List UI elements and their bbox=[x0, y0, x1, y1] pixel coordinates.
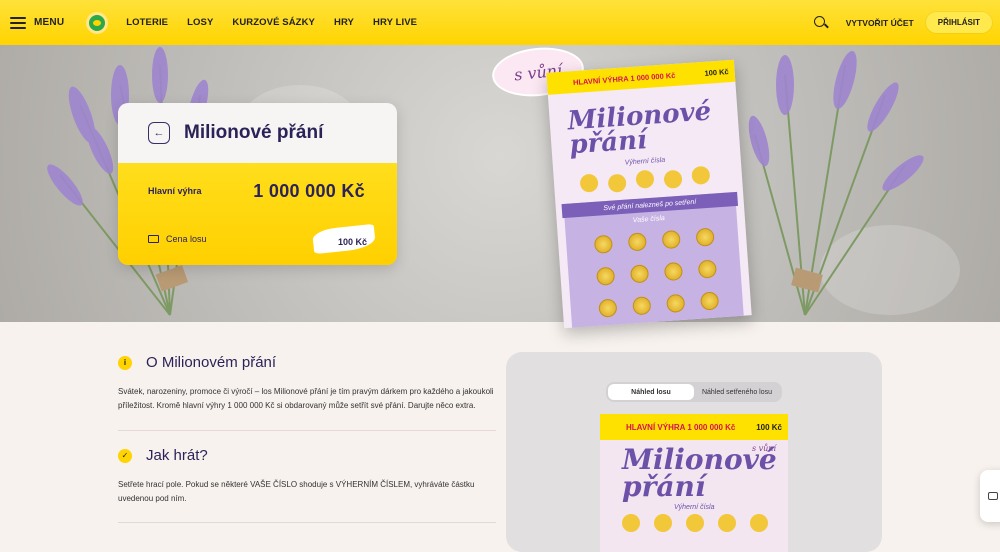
check-icon: ✓ bbox=[118, 448, 132, 463]
divider bbox=[118, 430, 496, 431]
game-info-card: ← Milionové přání Hlavní výhra 1 000 000… bbox=[118, 103, 397, 265]
about-title: O Milionovém přání bbox=[146, 354, 277, 371]
ticket-price-label: Cena losu bbox=[166, 234, 207, 244]
logo-icon[interactable] bbox=[86, 11, 109, 34]
login-button[interactable]: PŘIHLÁSIT bbox=[925, 12, 992, 33]
preview-ticket-band: HLAVNÍ VÝHRA 1 000 000 Kč 100 Kč bbox=[600, 414, 788, 440]
howto-section[interactable]: ✓ Jak hrát? Setřete hrací pole. Pokud se… bbox=[118, 447, 496, 506]
preview-flower bbox=[622, 514, 640, 532]
ticket-image: HLAVNÍ VÝHRA 1 000 000 Kč 100 Kč Miliono… bbox=[546, 59, 752, 329]
preview-flower bbox=[686, 514, 704, 532]
about-section: i O Milionovém přání Svátek, narozeniny,… bbox=[118, 354, 496, 413]
main-prize-value: 1 000 000 Kč bbox=[253, 180, 365, 201]
nav-item-hry[interactable]: HRY bbox=[334, 17, 354, 28]
chat-widget[interactable] bbox=[980, 470, 1000, 522]
nav-item-hry-live[interactable]: HRY LIVE bbox=[373, 17, 417, 28]
ticket-flower bbox=[579, 173, 599, 193]
main-nav: LOTERIE LOSY KURZOVÉ SÁZKY HRY HRY LIVE bbox=[126, 17, 436, 28]
ticket-band-price: 100 Kč bbox=[704, 66, 729, 78]
back-arrow-icon[interactable]: ← bbox=[148, 122, 170, 144]
ticket-flower bbox=[663, 169, 683, 189]
preview-ticket-image: HLAVNÍ VÝHRA 1 000 000 Kč 100 Kč s vůní … bbox=[600, 414, 788, 552]
divider bbox=[118, 522, 496, 523]
nav-item-kurzove-sazky[interactable]: KURZOVÉ SÁZKY bbox=[232, 17, 315, 28]
howto-title: Jak hrát? bbox=[146, 447, 208, 464]
info-icon: i bbox=[118, 355, 132, 370]
nav-item-losy[interactable]: LOSY bbox=[187, 17, 213, 28]
card-header: ← Milionové přání bbox=[118, 103, 397, 163]
lavender-bouquet-right bbox=[748, 50, 924, 316]
preview-band-price: 100 Kč bbox=[756, 422, 782, 432]
preview-band-text: HLAVNÍ VÝHRA 1 000 000 Kč bbox=[626, 422, 736, 432]
top-bar: MENU LOTERIE LOSY KURZOVÉ SÁZKY HRY HRY … bbox=[0, 0, 1000, 45]
about-text: Svátek, narozeniny, promoce či výročí – … bbox=[118, 387, 494, 410]
tab-ticket-preview[interactable]: Náhled losu bbox=[608, 384, 694, 400]
ticket-flower bbox=[635, 169, 655, 189]
preview-tabs: Náhled losu Náhled setřeného losu bbox=[606, 382, 782, 402]
tab-scratched-preview[interactable]: Náhled setřeného losu bbox=[694, 384, 780, 400]
ticket-label: Výherní čísla bbox=[624, 156, 666, 167]
menu-label: MENU bbox=[34, 17, 65, 28]
ticket-preview-panel: Náhled losu Náhled setřeného losu HLAVNÍ… bbox=[506, 352, 882, 552]
main-prize-label: Hlavní výhra bbox=[148, 186, 202, 196]
card-details: Hlavní výhra 1 000 000 Kč Cena losu 100 … bbox=[118, 163, 397, 265]
ticket-band-text: HLAVNÍ VÝHRA 1 000 000 Kč bbox=[572, 70, 676, 87]
ticket-title: Milionové přání bbox=[566, 96, 713, 161]
nav-item-loterie[interactable]: LOTERIE bbox=[126, 17, 168, 28]
ticket-icon bbox=[148, 235, 159, 243]
menu-button[interactable]: MENU bbox=[10, 16, 65, 29]
preview-ticket-title: Milionové přání bbox=[622, 443, 777, 503]
hamburger-icon bbox=[10, 16, 26, 29]
create-account-link[interactable]: VYTVOŘIT ÚČET bbox=[846, 18, 914, 28]
search-icon[interactable] bbox=[813, 15, 828, 30]
ticket-flower bbox=[607, 173, 627, 193]
chat-icon bbox=[988, 492, 998, 500]
header-actions: VYTVOŘIT ÚČET PŘIHLÁSIT bbox=[813, 12, 992, 33]
preview-flower bbox=[718, 514, 736, 532]
preview-flower bbox=[750, 514, 768, 532]
ticket-price-value: 100 Kč bbox=[337, 237, 367, 247]
ticket-flower bbox=[691, 165, 711, 185]
page-title: Milionové přání bbox=[184, 122, 324, 143]
preview-ticket-label: Výherní čísla bbox=[674, 504, 715, 511]
preview-flower bbox=[654, 514, 672, 532]
howto-text: Setřete hrací pole. Pokud se některé VAŠ… bbox=[118, 480, 475, 503]
